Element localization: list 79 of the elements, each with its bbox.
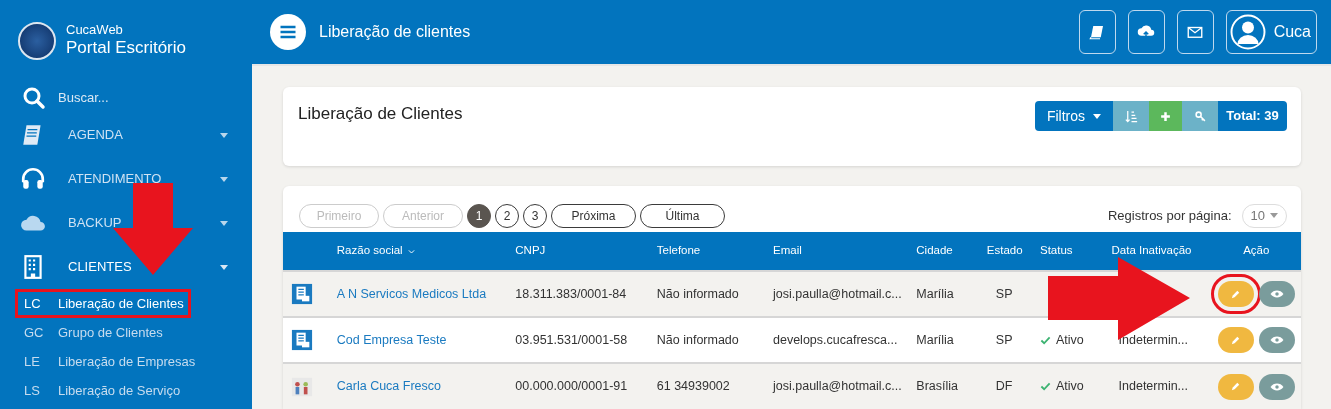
user-icon [1229,14,1266,50]
key-button[interactable] [1182,101,1218,131]
menu-item[interactable]: AGENDA [0,113,252,157]
table-cell: develops.cucafresca... [773,332,898,347]
pencil-icon [1230,288,1242,300]
card-title: Liberação de Clientes [298,103,463,125]
cloud-upload-button[interactable] [1127,10,1165,54]
book-button[interactable] [1078,10,1116,54]
column-header: Estado [985,232,1039,271]
table-cell: Marília [916,332,954,347]
check-icon [1039,334,1051,346]
column-header: Cidade [915,232,986,271]
client-link[interactable]: Carla Cuca Fresco [336,379,441,394]
table-cell: 00.000.000/0001-91 [515,379,628,394]
building-icon [291,329,313,351]
page-title: Liberação de clientes [319,22,472,42]
table-cell: josi.paulla@hotmail.c... [773,286,902,301]
search-field[interactable]: Buscar... [58,88,208,108]
caret-icon [220,132,228,138]
pagination-button[interactable]: Próxima [551,203,636,228]
caret-icon [220,264,228,270]
column-header: Ação [1211,232,1301,271]
headset-icon [20,166,46,192]
sort-icon [1123,108,1139,124]
pencil-icon [1230,334,1242,346]
sidebar-item[interactable]: LC Liberação de Clientes [15,289,191,318]
table-cell: Brasília [916,379,958,394]
table-cell: SP [995,286,1013,301]
logo-icon [18,21,56,60]
column-header: Email [772,232,916,271]
view-button[interactable] [1258,373,1295,400]
filter-button[interactable]: Filtros [1035,101,1113,131]
column-header: Telefone [655,232,772,271]
caret-icon [220,176,228,182]
column-header[interactable]: Razão social [335,232,515,271]
table-cell: Não informado [656,286,739,301]
table-cell: SP [995,332,1013,347]
view-button[interactable] [1258,281,1295,307]
total-label: Total: 39 [1218,101,1287,131]
sidebar-item[interactable]: LE Liberação de Empresas [0,347,200,376]
table-cell: Marília [916,286,954,301]
pagination-button[interactable]: Última [640,203,725,228]
status-cell: Ativo [1039,332,1084,347]
per-page-label: Registros por página: [1107,206,1232,225]
column-header: Status [1038,232,1111,271]
key-icon [1192,108,1208,124]
table-cell: Não informado [656,332,739,347]
search-icon[interactable] [22,86,46,110]
view-button[interactable] [1258,327,1295,353]
table-cell: DF [995,379,1013,394]
portal-title: Portal Escritório [66,37,186,59]
building-icon [291,283,313,305]
table-cell: Indetermin... [1118,379,1189,394]
menu-button[interactable] [270,14,306,50]
table-cell: 61 34939002 [656,379,730,394]
sidebar-item[interactable]: GC Grupo de Clientes [0,318,200,347]
check-icon [1039,381,1051,393]
table-cell: 18.311.383/0001-84 [515,286,627,301]
user-button[interactable]: Cuca [1225,10,1317,54]
page-button[interactable]: 3 [523,203,547,228]
mail-button[interactable] [1176,10,1214,54]
status-cell: Ativo [1039,379,1084,394]
edit-button[interactable] [1217,327,1254,353]
table-cell: josi.paulla@hotmail.c... [773,379,902,394]
page-button[interactable]: 2 [495,203,519,228]
column-header: CNPJ [514,232,656,271]
edit-button[interactable] [1217,373,1254,400]
people-icon [291,375,313,398]
table-cell: 03.951.531/0001-58 [515,332,628,347]
brand-name: CucaWeb [66,22,124,37]
client-link[interactable]: Cod Empresa Teste [336,332,447,347]
sort-button[interactable] [1113,101,1149,131]
pencil-icon [1230,381,1242,392]
caret-icon [1093,113,1102,119]
page-button[interactable]: 1 [467,203,491,228]
table-cell: Indetermin... [1118,332,1189,347]
sidebar-item[interactable]: LS Liberação de Serviço [0,376,200,405]
add-button[interactable] [1149,101,1182,131]
caret-icon [220,220,228,226]
